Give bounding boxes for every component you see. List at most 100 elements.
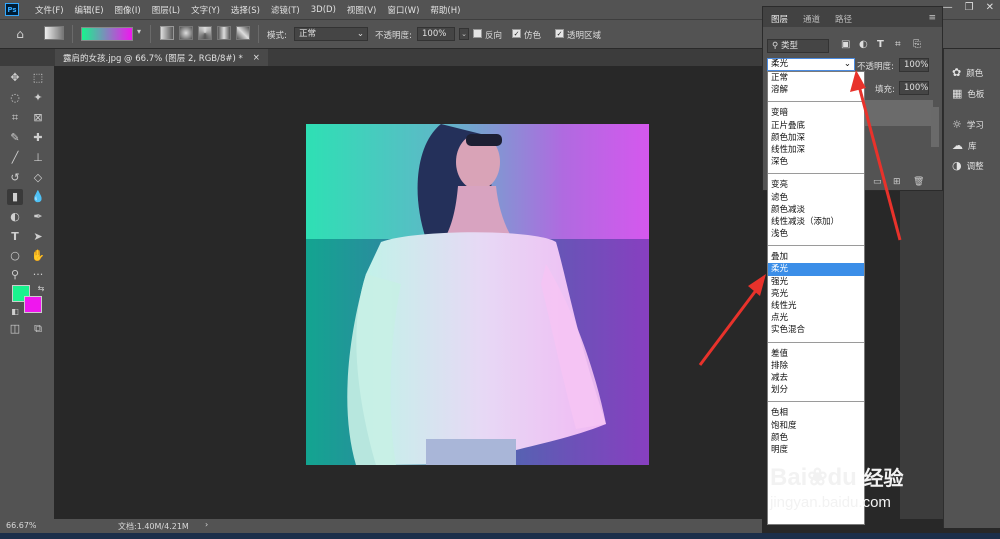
- cloud-library-icon: ☁: [952, 139, 963, 152]
- arrow-to-select: [850, 70, 902, 241]
- menu-layer[interactable]: 图层(L): [152, 4, 180, 16]
- photoshop-logo: Ps: [5, 3, 19, 16]
- home-icon[interactable]: ⌂: [12, 26, 28, 42]
- dodge-tool-icon[interactable]: ◐: [7, 209, 23, 225]
- menu-image[interactable]: 图像(I): [115, 4, 141, 16]
- blend-option[interactable]: 饱和度: [768, 420, 864, 432]
- color-wheel-icon: ✿: [952, 66, 962, 79]
- dock-swatches[interactable]: ▦ 色板: [952, 87, 984, 100]
- radial-gradient-button[interactable]: [179, 26, 193, 40]
- menu-type[interactable]: 文字(Y): [191, 4, 220, 16]
- gradient-preview[interactable]: [81, 27, 133, 41]
- dock-learn[interactable]: ☼ 学习: [952, 118, 984, 131]
- reflected-gradient-button[interactable]: [217, 26, 231, 40]
- dock-adjustments[interactable]: ◑ 调整: [952, 159, 984, 172]
- marquee-tool-icon[interactable]: ⬚: [30, 70, 46, 86]
- default-colors-icon[interactable]: ◧: [7, 304, 23, 320]
- linear-gradient-button[interactable]: [160, 26, 174, 40]
- crop-tool-icon[interactable]: ⌗: [7, 110, 23, 126]
- close-window-icon[interactable]: ✕: [986, 2, 994, 13]
- healing-brush-icon[interactable]: ✚: [30, 130, 46, 146]
- gradient-dropdown-icon[interactable]: ▾: [137, 27, 141, 36]
- hand-tool-icon[interactable]: ✋: [30, 248, 46, 264]
- shape-tool-icon[interactable]: ○: [7, 248, 23, 264]
- girl-photo-illustration: [306, 124, 649, 465]
- tool-preset-icon[interactable]: [44, 26, 64, 40]
- lasso-tool-icon[interactable]: ◌: [7, 90, 23, 106]
- move-tool-icon[interactable]: ✥: [7, 70, 23, 86]
- minimize-icon[interactable]: —: [943, 2, 953, 13]
- menu-select[interactable]: 选择(S): [231, 4, 260, 16]
- maximize-icon[interactable]: ❐: [965, 2, 974, 13]
- blend-option[interactable]: 色相: [768, 407, 864, 419]
- brush-tool-icon[interactable]: ╱: [7, 150, 23, 166]
- tab-layers[interactable]: 图层: [771, 13, 788, 25]
- menu-file[interactable]: 文件(F): [35, 4, 64, 16]
- paw-icon: ❀: [807, 464, 828, 491]
- pixel-filter-icon[interactable]: ▣: [841, 39, 850, 50]
- baidu-watermark: Bai❀du 经验 jingyan.baidu.com: [770, 462, 950, 522]
- zoom-tool-icon[interactable]: ⚲: [7, 267, 23, 283]
- type-tool-icon[interactable]: T: [7, 229, 23, 245]
- transparency-checkbox[interactable]: ✓: [555, 29, 564, 38]
- chevron-down-icon: ⌄: [356, 29, 364, 39]
- watermark-brand: Bai: [770, 464, 808, 491]
- tab-paths[interactable]: 路径: [835, 13, 852, 25]
- mode-select[interactable]: 正常 ⌄: [294, 27, 368, 41]
- arrow-to-soft-light: [698, 274, 766, 366]
- smart-object-filter-icon[interactable]: ⎘: [913, 39, 921, 50]
- menu-help[interactable]: 帮助(H): [430, 4, 460, 16]
- panel-menu-icon[interactable]: ≡: [928, 13, 936, 23]
- document-tab[interactable]: 露肩的女孩.jpg @ 66.7% (图层 2, RGB/8#) * ×: [55, 49, 268, 66]
- search-icon: ⚲: [772, 41, 781, 51]
- history-brush-icon[interactable]: ↺: [7, 170, 23, 186]
- screen-mode-icon[interactable]: ⧉: [30, 321, 46, 337]
- right-dock: ✿ 颜色 ▦ 色板 ☼ 学习 ☁ 库 ◑ 调整: [943, 49, 1000, 528]
- layers-scrollbar[interactable]: [931, 107, 939, 147]
- adjustment-filter-icon[interactable]: ◐: [859, 39, 868, 50]
- clone-stamp-icon[interactable]: ⊥: [30, 150, 46, 166]
- watermark-suffix: 经验: [863, 468, 904, 490]
- eyedropper-icon[interactable]: ✎: [7, 130, 23, 146]
- quick-mask-icon[interactable]: ◫: [7, 321, 23, 337]
- menu-window[interactable]: 窗口(W): [387, 4, 419, 16]
- blur-tool-icon[interactable]: 💧: [30, 189, 46, 205]
- close-tab-icon[interactable]: ×: [253, 53, 260, 63]
- document-info: 文档:1.40M/4.21M: [118, 522, 189, 531]
- mode-label: 模式:: [267, 31, 287, 41]
- type-filter-icon[interactable]: T: [877, 39, 884, 50]
- layer-filter-select[interactable]: ⚲ 类型: [767, 39, 829, 53]
- adjustments-icon: ◑: [952, 159, 962, 172]
- menu-filter[interactable]: 滤镜(T): [271, 4, 300, 16]
- canvas-area[interactable]: [54, 66, 762, 528]
- diamond-gradient-button[interactable]: [236, 26, 250, 40]
- reverse-checkbox[interactable]: [473, 29, 482, 38]
- shape-filter-icon[interactable]: ⌗: [895, 39, 901, 50]
- blend-option[interactable]: 明度: [768, 444, 864, 456]
- dock-color[interactable]: ✿ 颜色: [952, 66, 983, 79]
- background-color-swatch[interactable]: [24, 296, 42, 313]
- opacity-dropdown-icon[interactable]: ⌄: [459, 28, 469, 40]
- frame-tool-icon[interactable]: ⊠: [30, 110, 46, 126]
- swap-colors-icon[interactable]: ⇆: [33, 281, 49, 297]
- blend-option[interactable]: 划分: [768, 384, 864, 396]
- magic-wand-icon[interactable]: ✦: [30, 90, 46, 106]
- menu-edit[interactable]: 编辑(E): [75, 4, 104, 16]
- tab-channels[interactable]: 通道: [803, 13, 820, 25]
- document-image[interactable]: [306, 124, 649, 465]
- angle-gradient-button[interactable]: [198, 26, 212, 40]
- opacity-field[interactable]: 100%: [417, 27, 455, 41]
- menu-3d[interactable]: 3D(D): [311, 5, 336, 15]
- gradient-tool-icon[interactable]: ▮: [7, 189, 23, 205]
- blend-option[interactable]: 颜色: [768, 432, 864, 444]
- path-selection-icon[interactable]: ➤: [30, 229, 46, 245]
- menu-view[interactable]: 视图(V): [347, 4, 376, 16]
- zoom-readout[interactable]: 66.67%: [6, 521, 37, 530]
- pen-tool-icon[interactable]: ✒: [30, 209, 46, 225]
- lightbulb-icon: ☼: [952, 118, 962, 131]
- eraser-tool-icon[interactable]: ◇: [30, 170, 46, 186]
- dock-libraries[interactable]: ☁ 库: [952, 139, 977, 152]
- status-arrow-icon[interactable]: ›: [205, 520, 208, 529]
- dither-checkbox[interactable]: ✓: [512, 29, 521, 38]
- opacity-label: 不透明度:: [375, 31, 412, 41]
